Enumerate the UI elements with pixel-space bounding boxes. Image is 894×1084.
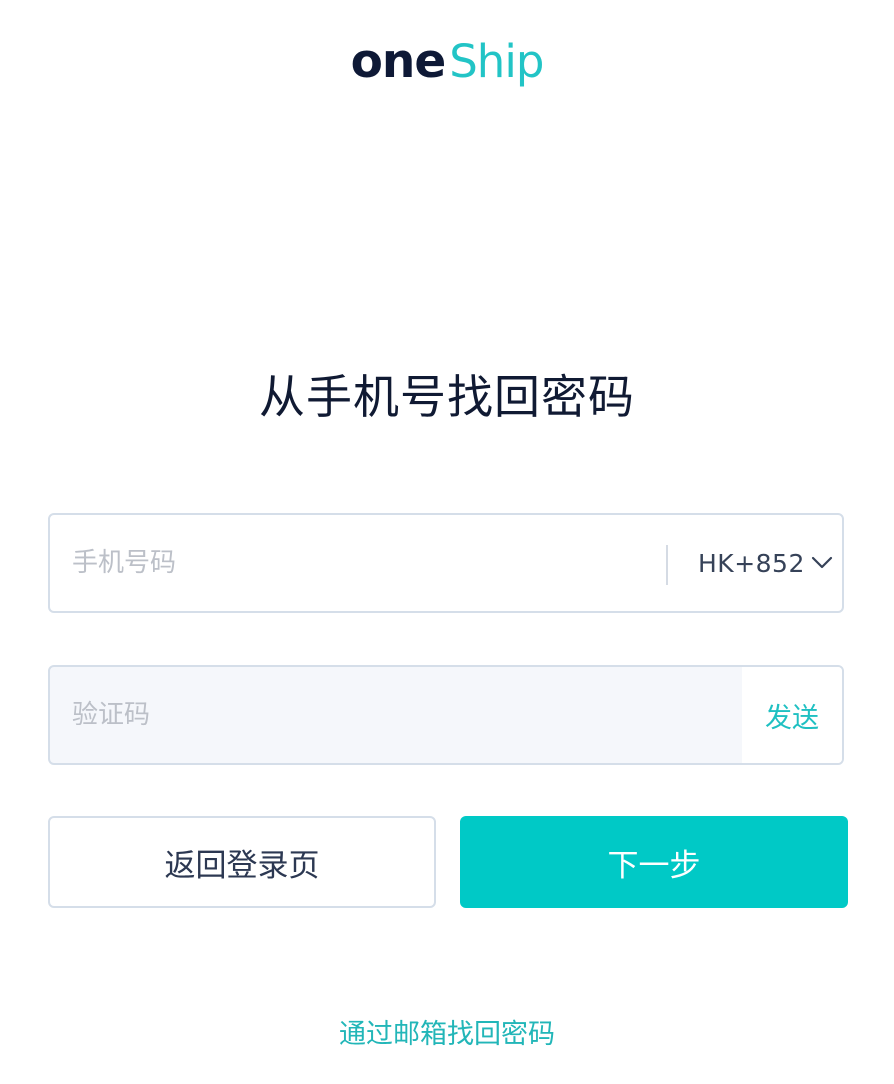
back-to-login-button[interactable]: 返回登录页 (48, 816, 436, 908)
logo-wordmark-one: one (350, 34, 447, 89)
next-step-button[interactable]: 下一步 (460, 816, 848, 908)
chevron-down-icon (811, 556, 833, 570)
brand-logo: oneShip (0, 34, 894, 100)
country-code-label: HK+852 (698, 548, 805, 578)
phone-input[interactable] (72, 515, 642, 611)
country-code-select[interactable]: HK+852 (698, 515, 833, 611)
field-divider (666, 545, 668, 585)
recover-via-email-link[interactable]: 通过邮箱找回密码 (0, 1014, 894, 1056)
verification-code-input[interactable] (72, 667, 712, 763)
logo-wordmark-ship: Ship (449, 35, 544, 88)
phone-field: HK+852 (48, 513, 844, 613)
verification-code-field: 发送 (48, 665, 844, 765)
send-code-button[interactable]: 发送 (742, 667, 842, 763)
page-title: 从手机号找回密码 (259, 370, 635, 424)
